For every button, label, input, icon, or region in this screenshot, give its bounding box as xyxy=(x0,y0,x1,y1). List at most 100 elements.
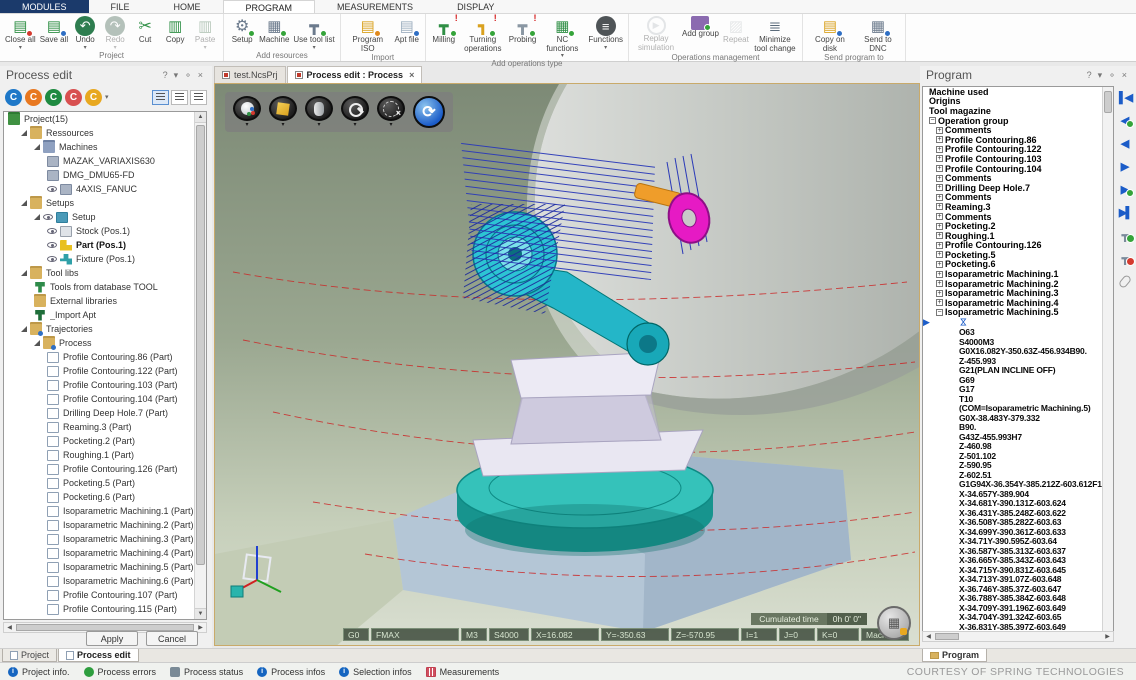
ribbon-tab[interactable]: MEASUREMENTS xyxy=(315,0,435,13)
status-bar-item[interactable]: Process errors xyxy=(84,667,157,677)
playback-button[interactable] xyxy=(1117,90,1133,104)
gcode-line[interactable]: Z-590.95 xyxy=(923,460,1113,470)
program-tree-row[interactable]: + Comments xyxy=(923,125,1113,135)
tree-row[interactable]: Profile Contouring.103 (Part) xyxy=(4,378,206,392)
playback-button[interactable] xyxy=(1117,113,1133,127)
panel-control-icon[interactable]: ? xyxy=(1084,70,1095,80)
machine-mode-button[interactable] xyxy=(877,606,911,640)
list-view-button[interactable] xyxy=(171,90,188,105)
gcode-line[interactable]: G43Z-455.993H7 xyxy=(923,432,1113,442)
program-tree-row[interactable]: + Reaming.3 xyxy=(923,202,1113,212)
expand-box-icon[interactable]: + xyxy=(936,194,943,201)
dropdown-caret-icon[interactable]: ▾ xyxy=(389,122,392,128)
playback-button[interactable] xyxy=(1117,274,1133,288)
status-bar-item[interactable]: Process status xyxy=(170,667,243,677)
playback-button[interactable] xyxy=(1117,136,1133,150)
gcode-line[interactable]: G0X16.082Y-350.63Z-456.934B90. xyxy=(923,346,1113,356)
scroll-thumb[interactable] xyxy=(196,125,205,565)
gcode-line[interactable]: X-36.831Y-385.397Z-603.649 xyxy=(923,622,1113,632)
gcode-line[interactable]: B90. xyxy=(923,422,1113,432)
gcode-line[interactable]: X-34.713Y-391.07Z-603.648 xyxy=(923,574,1113,584)
program-tree-row[interactable]: − Isoparametric Machining.5 xyxy=(923,308,1113,318)
expander-icon[interactable] xyxy=(21,130,27,136)
program-tree-row[interactable]: + Drilling Deep Hole.7 xyxy=(923,183,1113,193)
program-bottom-tab[interactable]: Program xyxy=(922,649,987,662)
tree-row[interactable]: MAZAK_VARIAXIS630 xyxy=(4,154,206,168)
gcode-line[interactable]: T10 xyxy=(923,394,1113,404)
status-bar-item[interactable]: Measurements xyxy=(426,667,500,677)
expand-box-icon[interactable]: + xyxy=(936,290,943,297)
process-tool-icon[interactable]: C xyxy=(65,89,82,106)
status-bar-item[interactable]: Process infos xyxy=(257,667,325,677)
viewport-tool-button[interactable]: ▾ xyxy=(269,96,297,128)
ribbon-button[interactable]: ! Add group ▾ xyxy=(680,15,721,53)
playback-button[interactable] xyxy=(1117,182,1133,196)
expand-box-icon[interactable]: + xyxy=(936,299,943,306)
expand-box-icon[interactable]: + xyxy=(936,175,943,182)
expander-icon[interactable] xyxy=(21,326,27,332)
dropdown-caret-icon[interactable]: ▾ xyxy=(317,122,320,128)
gcode-line[interactable]: S4000M3 xyxy=(923,337,1113,347)
visibility-eye-icon[interactable] xyxy=(47,186,57,192)
scroll-up-arrow[interactable]: ▲ xyxy=(195,112,206,123)
document-tab[interactable]: test.NcsPrj xyxy=(214,66,286,83)
bottom-tab[interactable]: Process edit xyxy=(58,649,139,662)
expand-box-icon[interactable]: − xyxy=(929,117,936,124)
ribbon-button[interactable]: ! Program ISO ▾ xyxy=(344,15,392,53)
ribbon-button[interactable]: ! Cut ▾ xyxy=(130,15,160,51)
program-tree-row[interactable]: + Profile Contouring.122 xyxy=(923,145,1113,155)
document-tab[interactable]: Process edit : Process × xyxy=(287,66,423,83)
tree-row[interactable]: Fixture (Pos.1) xyxy=(4,252,206,266)
visibility-eye-icon[interactable] xyxy=(47,256,57,262)
program-tree-row[interactable]: + Pocketing.2 xyxy=(923,221,1113,231)
viewport-tool-button[interactable]: ▾ xyxy=(305,96,333,128)
program-tree-row[interactable]: + Isoparametric Machining.4 xyxy=(923,298,1113,308)
program-tree-row[interactable]: + Roughing.1 xyxy=(923,231,1113,241)
ribbon-button[interactable]: ! Paste ▾ xyxy=(190,15,220,51)
apply-button[interactable]: Apply xyxy=(86,631,138,646)
scroll-thumb[interactable] xyxy=(935,633,959,640)
program-tree-row[interactable]: Machine used xyxy=(923,87,1113,97)
expand-box-icon[interactable]: + xyxy=(936,127,943,134)
tree-row[interactable]: _Import Apt xyxy=(4,308,206,322)
program-tree-row[interactable]: + Profile Contouring.126 xyxy=(923,241,1113,251)
tree-row[interactable]: External libraries xyxy=(4,294,206,308)
list-view-button[interactable] xyxy=(152,90,169,105)
ribbon-button[interactable]: ! Setup ▾ xyxy=(227,15,257,51)
gcode-line[interactable]: X-34.709Y-391.196Z-603.649 xyxy=(923,603,1113,613)
program-tree-row[interactable]: + Pocketing.6 xyxy=(923,260,1113,270)
tree-row[interactable]: Setups xyxy=(4,196,206,210)
tree-row[interactable]: Profile Contouring.86 (Part) xyxy=(4,350,206,364)
program-tree-row[interactable]: + Profile Contouring.86 xyxy=(923,135,1113,145)
expand-box-icon[interactable]: + xyxy=(936,136,943,143)
tree-row[interactable]: Roughing.1 (Part) xyxy=(4,448,206,462)
ribbon-button[interactable]: ! Apt file ▾ xyxy=(392,15,422,53)
gcode-line[interactable]: X-34.681Y-390.131Z-603.624 xyxy=(923,498,1113,508)
expand-box-icon[interactable]: − xyxy=(936,309,943,316)
expand-box-icon[interactable]: + xyxy=(936,251,943,258)
expand-box-icon[interactable]: + xyxy=(936,146,943,153)
tree-row[interactable]: Profile Contouring.107 (Part) xyxy=(4,588,206,602)
gcode-line[interactable]: X-34.71Y-390.595Z-603.64 xyxy=(923,536,1113,546)
scroll-thumb[interactable] xyxy=(16,624,194,631)
ribbon-button[interactable]: ! Close all ▾ xyxy=(3,15,38,51)
gcode-line[interactable]: X-36.746Y-385.37Z-603.647 xyxy=(923,584,1113,594)
expand-box-icon[interactable]: + xyxy=(936,261,943,268)
viewport-3d[interactable]: ▾ ▾ ▾ ▾ ▾ ▾ Cumulated ti xyxy=(214,83,920,646)
ribbon-button[interactable]: ! NC functions ▾ xyxy=(538,15,586,59)
program-tree-row[interactable]: − Operation group xyxy=(923,116,1113,126)
expand-box-icon[interactable]: + xyxy=(936,155,943,162)
program-tree-row[interactable]: + Profile Contouring.104 xyxy=(923,164,1113,174)
dropdown-caret-icon[interactable]: ▾ xyxy=(353,122,356,128)
tree-row[interactable]: Isoparametric Machining.1 (Part) xyxy=(4,504,206,518)
scroll-right-arrow[interactable]: ▶ xyxy=(195,624,206,631)
gcode-line[interactable]: X-34.657Y-389.904 xyxy=(923,489,1113,499)
status-bar-item[interactable]: Project info. xyxy=(8,667,70,677)
gcode-line[interactable]: X-36.788Y-385.384Z-603.648 xyxy=(923,593,1113,603)
ribbon-button[interactable]: ! Machine ▾ xyxy=(257,15,291,51)
ribbon-button[interactable]: ! Repeat ▾ xyxy=(721,15,751,53)
tree-row[interactable]: Stock (Pos.1) xyxy=(4,224,206,238)
ribbon-tab[interactable]: PROGRAM xyxy=(223,0,316,13)
expand-box-icon[interactable]: + xyxy=(936,232,943,239)
vertical-scrollbar[interactable] xyxy=(1102,87,1113,639)
